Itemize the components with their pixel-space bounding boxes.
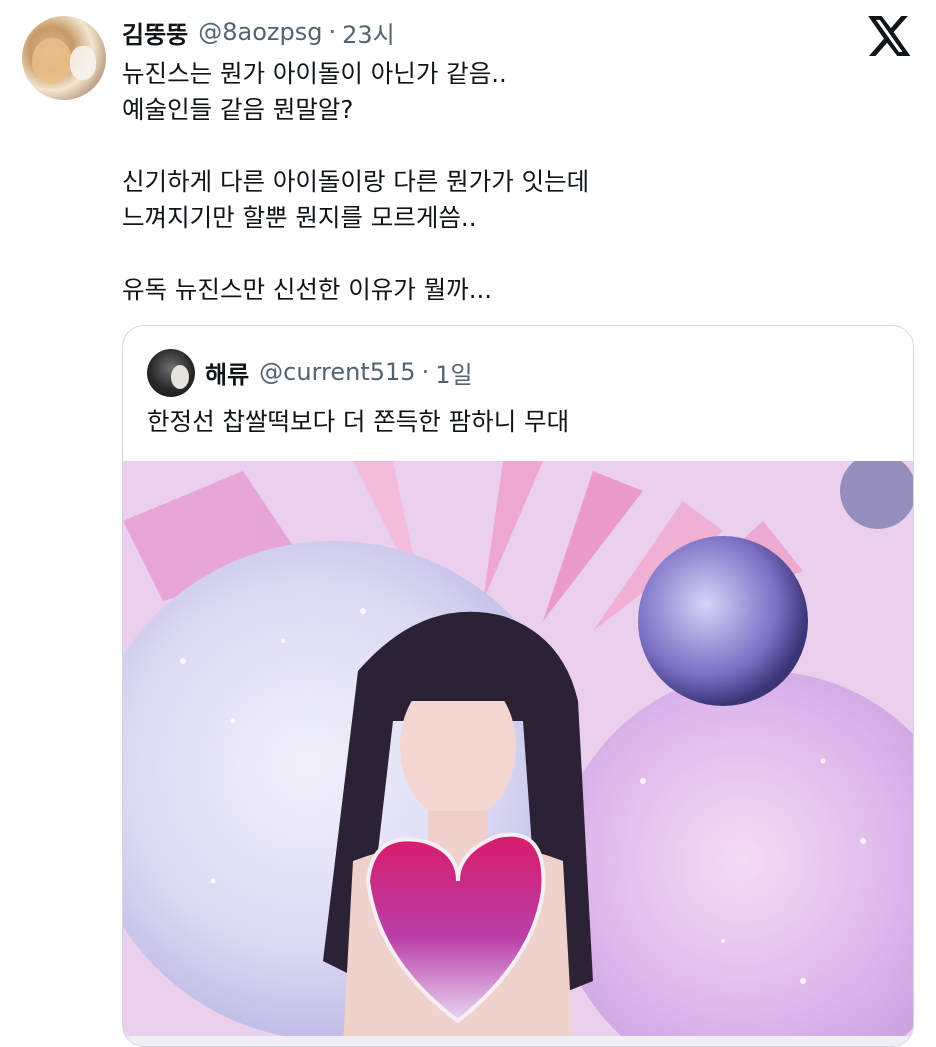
quoted-tweet-header: 해류 @current515 · 1일 bbox=[205, 354, 473, 390]
quoted-author-handle[interactable]: @current515 bbox=[259, 358, 415, 386]
tweet-text-line: 유독 뉴진스만 신선한 이유가 뭘까... bbox=[122, 275, 493, 304]
author-handle[interactable]: @8aozpsg bbox=[198, 18, 322, 46]
tweet-header: 김뚱뚱 @8aozpsg · 23시 bbox=[122, 14, 395, 50]
tweet-time[interactable]: 23시 bbox=[342, 15, 395, 50]
tweet-text-line bbox=[122, 128, 902, 164]
quoted-author-avatar[interactable] bbox=[147, 349, 195, 397]
tweet-text-line bbox=[122, 236, 902, 272]
quoted-tweet-time[interactable]: 1일 bbox=[435, 355, 472, 390]
author-name[interactable]: 김뚱뚱 bbox=[122, 15, 188, 50]
tweet-text: 뉴진스는 뭔가 아이돌이 아닌가 같음.. 예술인들 같음 뭔말알? 신기하게 … bbox=[122, 56, 902, 308]
tweet[interactable]: 김뚱뚱 @8aozpsg · 23시 뉴진스는 뭔가 아이돌이 아닌가 같음..… bbox=[0, 0, 936, 1047]
quoted-tweet[interactable]: 해류 @current515 · 1일 한정선 찹쌀떡보다 더 쫀득한 팜하니 … bbox=[122, 325, 914, 1047]
tweet-text-line: 느껴지기만 할뿐 뭔지를 모르게씀.. bbox=[122, 203, 477, 232]
tweet-text-line: 신기하게 다른 아이돌이랑 다른 뭔가가 잇는데 bbox=[122, 167, 590, 196]
tweet-text-line: 뉴진스는 뭔가 아이돌이 아닌가 같음.. bbox=[122, 59, 507, 88]
separator-dot: · bbox=[421, 358, 430, 386]
stage-performance-image bbox=[123, 461, 913, 1046]
quoted-author-name[interactable]: 해류 bbox=[205, 355, 249, 390]
tweet-text-line: 예술인들 같음 뭔말알? bbox=[122, 95, 354, 124]
separator-dot: · bbox=[328, 18, 337, 46]
x-logo-icon[interactable] bbox=[868, 16, 912, 56]
author-avatar[interactable] bbox=[22, 16, 106, 100]
quoted-tweet-media[interactable] bbox=[123, 461, 913, 1046]
quoted-tweet-text: 한정선 찹쌀떡보다 더 쫀득한 팜하니 무대 bbox=[147, 407, 570, 436]
